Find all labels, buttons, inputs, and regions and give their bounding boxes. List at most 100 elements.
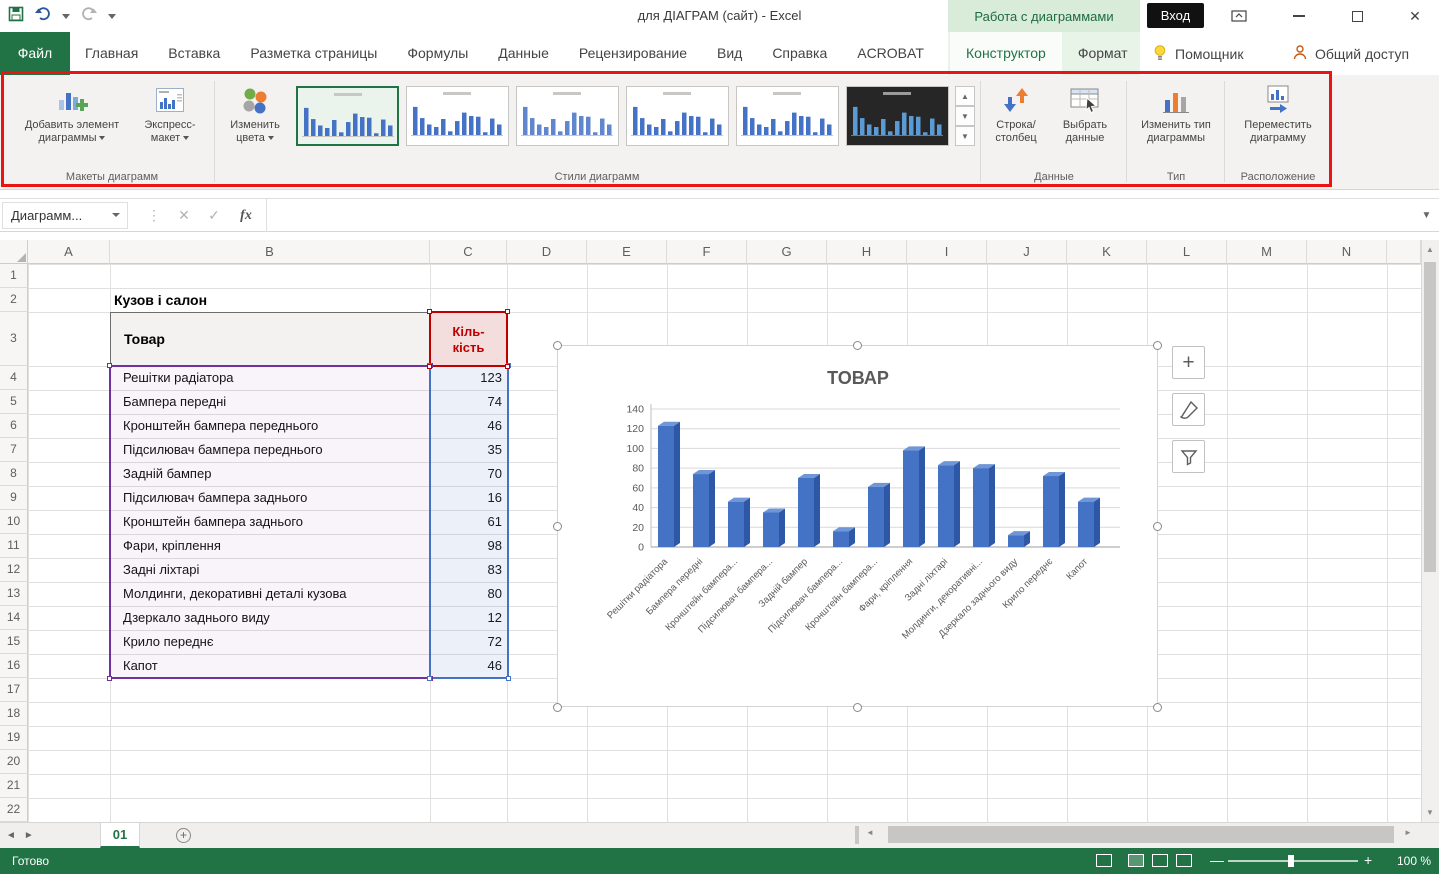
- vertical-scrollbar-thumb[interactable]: [1424, 262, 1436, 572]
- tab-acrobat[interactable]: ACROBAT: [842, 32, 939, 75]
- cell-b3-product-header[interactable]: Товар: [110, 312, 430, 366]
- tab-вид[interactable]: Вид: [702, 32, 757, 75]
- tab-данные[interactable]: Данные: [483, 32, 564, 75]
- column-header-A[interactable]: A: [28, 240, 110, 264]
- row-header-4[interactable]: 4: [0, 366, 28, 390]
- new-sheet-button[interactable]: +: [176, 828, 191, 843]
- chart-selection-handle[interactable]: [853, 703, 862, 712]
- column-header-L[interactable]: L: [1147, 240, 1227, 264]
- move-chart-button[interactable]: Переместить диаграмму: [1228, 79, 1328, 163]
- tab-chart-design[interactable]: Конструктор: [950, 32, 1062, 75]
- cell-c3-qty-header[interactable]: Кіль- кість: [429, 311, 508, 367]
- macro-record-icon[interactable]: [1096, 854, 1112, 867]
- cell-b2-section-title[interactable]: Кузов і салон: [114, 288, 414, 312]
- chart-style-option-6[interactable]: [846, 86, 949, 146]
- chart-style-option-2[interactable]: [406, 86, 509, 146]
- normal-view-button[interactable]: [1128, 854, 1144, 867]
- row-header-19[interactable]: 19: [0, 726, 28, 750]
- maximize-button[interactable]: [1342, 4, 1372, 28]
- zoom-level-label[interactable]: 100 %: [1385, 854, 1431, 868]
- minimize-button[interactable]: [1284, 4, 1314, 28]
- row-header-10[interactable]: 10: [0, 510, 28, 534]
- tab-chart-format[interactable]: Формат: [1062, 32, 1144, 75]
- switch-row-column-button[interactable]: Строка/ столбец: [986, 79, 1046, 163]
- add-chart-element-button[interactable]: Добавить элемент диаграммы: [16, 79, 128, 163]
- tab-главная[interactable]: Главная: [70, 32, 153, 75]
- row-header-14[interactable]: 14: [0, 606, 28, 630]
- values-range-handle[interactable]: [506, 676, 511, 681]
- cancel-entry-icon[interactable]: ✕: [170, 199, 198, 232]
- chart-style-option-3[interactable]: [516, 86, 619, 146]
- row-header-17[interactable]: 17: [0, 678, 28, 702]
- series-name-range-handle[interactable]: [427, 364, 432, 369]
- tab-разметка-страницы[interactable]: Разметка страницы: [235, 32, 392, 75]
- column-header-F[interactable]: F: [667, 240, 747, 264]
- row-header-1[interactable]: 1: [0, 264, 28, 288]
- column-header-D[interactable]: D: [507, 240, 587, 264]
- formula-bar-expand-caret[interactable]: ▼: [1414, 199, 1439, 232]
- horizontal-split-handle[interactable]: [855, 826, 859, 844]
- column-header-K[interactable]: K: [1067, 240, 1147, 264]
- row-header-15[interactable]: 15: [0, 630, 28, 654]
- row-header-13[interactable]: 13: [0, 582, 28, 606]
- chart-selection-handle[interactable]: [1153, 703, 1162, 712]
- chart-selection-handle[interactable]: [1153, 522, 1162, 531]
- zoom-slider-thumb[interactable]: [1288, 855, 1294, 867]
- column-header-B[interactable]: B: [110, 240, 430, 264]
- row-header-16[interactable]: 16: [0, 654, 28, 678]
- column-header-H[interactable]: H: [827, 240, 907, 264]
- tab-рецензирование[interactable]: Рецензирование: [564, 32, 702, 75]
- chart-style-option-5[interactable]: [736, 86, 839, 146]
- chart-styles-button[interactable]: [1172, 393, 1205, 426]
- scroll-up-icon[interactable]: ▲: [1421, 245, 1439, 254]
- scroll-right-icon[interactable]: ►: [1400, 828, 1416, 837]
- page-layout-view-button[interactable]: [1152, 854, 1168, 867]
- chart-filters-button[interactable]: [1172, 440, 1205, 473]
- column-header-E[interactable]: E: [587, 240, 667, 264]
- column-header-J[interactable]: J: [987, 240, 1067, 264]
- tab-file[interactable]: Файл: [0, 32, 70, 75]
- chart-object[interactable]: ТОВАР020406080100120140Решітки радіатора…: [557, 345, 1158, 707]
- select-data-button[interactable]: Выбрать данные: [1050, 79, 1120, 163]
- row-header-8[interactable]: 8: [0, 462, 28, 486]
- chart-selection-handle[interactable]: [853, 341, 862, 350]
- chart-style-option-1[interactable]: [296, 86, 399, 146]
- ribbon-display-options-button[interactable]: [1224, 4, 1254, 28]
- row-header-20[interactable]: 20: [0, 750, 28, 774]
- column-header-N[interactable]: N: [1307, 240, 1387, 264]
- row-header-11[interactable]: 11: [0, 534, 28, 558]
- tab-вставка[interactable]: Вставка: [153, 32, 235, 75]
- gallery-scroll-down-button[interactable]: ▼: [955, 106, 975, 126]
- confirm-entry-icon[interactable]: ✓: [200, 199, 228, 232]
- tab-справка[interactable]: Справка: [757, 32, 842, 75]
- row-header-2[interactable]: 2: [0, 288, 28, 312]
- assistant-button[interactable]: Помощник: [1152, 32, 1243, 75]
- chart-selection-handle[interactable]: [553, 522, 562, 531]
- row-header-21[interactable]: 21: [0, 774, 28, 798]
- name-box[interactable]: Диаграмм...: [2, 202, 128, 229]
- row-header-7[interactable]: 7: [0, 438, 28, 462]
- chart-elements-button[interactable]: +: [1172, 346, 1205, 379]
- categories-range-handle[interactable]: [107, 676, 112, 681]
- chart-categories-range-highlight[interactable]: [109, 365, 431, 679]
- horizontal-scrollbar-thumb[interactable]: [888, 826, 1394, 843]
- column-header-I[interactable]: I: [907, 240, 987, 264]
- values-range-handle[interactable]: [427, 676, 432, 681]
- gallery-more-button[interactable]: ▼: [955, 126, 975, 146]
- row-header-6[interactable]: 6: [0, 414, 28, 438]
- change-colors-button[interactable]: Изменить цвета: [218, 79, 292, 163]
- column-header-C[interactable]: C: [430, 240, 507, 264]
- categories-range-handle[interactable]: [107, 363, 112, 368]
- name-box-caret-icon[interactable]: [112, 213, 120, 217]
- sheet-tab-01[interactable]: 01: [100, 823, 140, 848]
- row-header-18[interactable]: 18: [0, 702, 28, 726]
- row-header-22[interactable]: 22: [0, 798, 28, 822]
- change-chart-type-button[interactable]: Изменить тип диаграммы: [1132, 79, 1220, 163]
- row-header-5[interactable]: 5: [0, 390, 28, 414]
- column-header-M[interactable]: M: [1227, 240, 1307, 264]
- page-break-view-button[interactable]: [1176, 854, 1192, 867]
- chart-style-option-4[interactable]: [626, 86, 729, 146]
- close-button[interactable]: ✕: [1400, 4, 1430, 28]
- insert-function-icon[interactable]: fx: [232, 199, 260, 232]
- sheet-nav-right-icon[interactable]: ►: [24, 830, 34, 841]
